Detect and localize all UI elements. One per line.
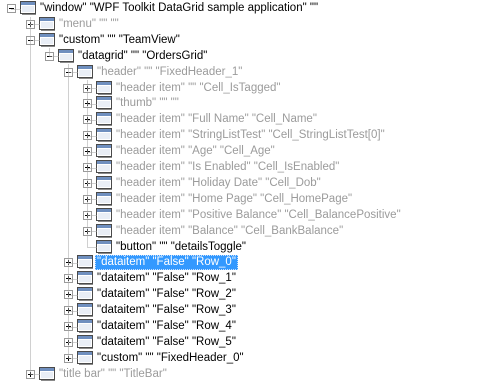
expand-plus-icon[interactable] bbox=[64, 322, 73, 331]
window-node-icon bbox=[96, 112, 112, 127]
tree-node-header-item-stringlisttest[interactable]: "header item" "StringListTest" "Cell_Str… bbox=[0, 127, 499, 144]
tree-node-header-item-full-name[interactable]: "header item" "Full Name" "Cell_Name" bbox=[0, 111, 499, 128]
expand-plus-icon[interactable] bbox=[83, 210, 92, 220]
tree-node-label: "dataitem" "False" "Row_0" bbox=[95, 255, 238, 271]
tree-node-label: "title bar" "" "TitleBar" bbox=[59, 367, 167, 380]
tree-node-label: "header item" "Home Page" "Cell_HomePage… bbox=[116, 192, 353, 205]
window-node-icon bbox=[96, 128, 112, 143]
tree-node-label: "button" "" "detailsToggle" bbox=[116, 240, 246, 253]
tree-node-label: "header item" "Positive Balance" "Cell_B… bbox=[116, 208, 401, 221]
tree-node-header-item-age[interactable]: "header item" "Age" "Cell_Age" bbox=[0, 143, 499, 160]
element-tree-view[interactable]: "window" "WPF Toolkit DataGrid sample ap… bbox=[0, 0, 499, 382]
window-node-icon bbox=[96, 96, 112, 111]
tree-node-menu[interactable]: "menu" "" "" bbox=[0, 16, 499, 33]
tree-node-label: "header item" "StringListTest" "Cell_Str… bbox=[116, 129, 385, 142]
window-node-icon bbox=[77, 287, 93, 302]
tree-node-header-item-holiday-date[interactable]: "header item" "Holiday Date" "Cell_Dob" bbox=[0, 175, 499, 192]
expand-plus-icon[interactable] bbox=[83, 178, 92, 188]
expand-plus-icon[interactable] bbox=[83, 163, 92, 172]
tree-node-button-detailstoggle[interactable]: "button" "" "detailsToggle" bbox=[0, 239, 499, 256]
tree-node-label: "custom" "" "TeamView" bbox=[59, 33, 180, 46]
window-node-icon bbox=[96, 239, 112, 254]
window-node-icon bbox=[96, 80, 112, 95]
tree-node-header-item-positive-balance[interactable]: "header item" "Positive Balance" "Cell_B… bbox=[0, 207, 499, 224]
expand-plus-icon[interactable] bbox=[64, 290, 73, 300]
window-node-icon bbox=[96, 223, 112, 238]
tree-node-label: "datagrid" "" "OrdersGrid" bbox=[78, 49, 208, 62]
window-node-icon bbox=[77, 271, 93, 286]
tree-node-label: "dataitem" "False" "Row_3" bbox=[97, 304, 236, 317]
window-node-icon bbox=[96, 175, 112, 190]
window-node-icon bbox=[58, 48, 74, 63]
window-node-icon bbox=[39, 16, 55, 31]
window-node-icon bbox=[77, 303, 93, 318]
window-node-icon bbox=[77, 319, 93, 333]
tree-node-thumb[interactable]: "thumb" "" "" bbox=[0, 95, 499, 112]
tree-node-dataitem-row-3[interactable]: "dataitem" "False" "Row_3" bbox=[0, 302, 499, 319]
expand-plus-icon[interactable] bbox=[83, 147, 92, 157]
tree-node-label: "menu" "" "" bbox=[59, 17, 119, 30]
tree-node-dataitem-row-4[interactable]: "dataitem" "False" "Row_4" bbox=[0, 318, 499, 335]
expand-plus-icon[interactable] bbox=[83, 131, 92, 141]
window-node-icon bbox=[77, 64, 93, 79]
window-node-icon bbox=[39, 32, 55, 47]
tree-node-label: "dataitem" "False" "Row_4" bbox=[97, 320, 236, 332]
window-node-icon bbox=[77, 255, 93, 270]
tree-node-label: "header item" "" "Cell_IsTagged" bbox=[116, 81, 281, 94]
tree-node-label: "header item" "Full Name" "Cell_Name" bbox=[116, 113, 317, 126]
tree-node-title-bar[interactable]: "title bar" "" "TitleBar" bbox=[0, 366, 499, 383]
window-node-icon bbox=[20, 1, 36, 15]
tree-node-label: "dataitem" "False" "Row_5" bbox=[97, 335, 236, 348]
window-node-icon bbox=[96, 207, 112, 222]
tree-node-label: "header item" "Holiday Date" "Cell_Dob" bbox=[116, 176, 321, 189]
expand-plus-icon[interactable] bbox=[64, 274, 73, 284]
window-node-icon bbox=[77, 350, 93, 365]
tree-node-dataitem-row-1[interactable]: "dataitem" "False" "Row_1" bbox=[0, 270, 499, 287]
collapse-minus-icon[interactable] bbox=[26, 35, 35, 45]
expand-plus-icon[interactable] bbox=[26, 19, 35, 29]
expand-plus-icon[interactable] bbox=[64, 337, 73, 347]
expand-plus-icon[interactable] bbox=[64, 306, 73, 316]
tree-node-custom-fixedheader-0[interactable]: "custom" "" "FixedHeader_0" bbox=[0, 350, 499, 367]
tree-node-header-fixedheader[interactable]: "header" "" "FixedHeader_1" bbox=[0, 64, 499, 81]
expand-plus-icon[interactable] bbox=[83, 226, 92, 236]
tree-node-datagrid[interactable]: "datagrid" "" "OrdersGrid" bbox=[0, 48, 499, 65]
window-node-icon bbox=[96, 160, 112, 174]
tree-node-label: "custom" "" "FixedHeader_0" bbox=[97, 351, 244, 364]
tree-node-label: "window" "WPF Toolkit DataGrid sample ap… bbox=[40, 2, 319, 14]
collapse-minus-icon[interactable] bbox=[7, 4, 16, 13]
tree-node-header-item-is-enabled[interactable]: "header item" "Is Enabled" "Cell_IsEnabl… bbox=[0, 159, 499, 176]
tree-node-label: "dataitem" "False" "Row_1" bbox=[97, 272, 236, 285]
tree-node-label: "header item" "Is Enabled" "Cell_IsEnabl… bbox=[116, 161, 340, 173]
expand-plus-icon[interactable] bbox=[83, 194, 92, 204]
tree-node-dataitem-row-5[interactable]: "dataitem" "False" "Row_5" bbox=[0, 334, 499, 351]
tree-node-custom-teamview[interactable]: "custom" "" "TeamView" bbox=[0, 32, 499, 49]
tree-node-window[interactable]: "window" "WPF Toolkit DataGrid sample ap… bbox=[0, 0, 499, 17]
tree-node-label: "header item" "Age" "Cell_Age" bbox=[116, 145, 275, 158]
expand-plus-icon[interactable] bbox=[83, 99, 92, 109]
collapse-minus-icon[interactable] bbox=[45, 51, 54, 61]
tree-node-header-item-balance[interactable]: "header item" "Balance" "Cell_BankBalanc… bbox=[0, 223, 499, 240]
tree-node-label: "header item" "Balance" "Cell_BankBalanc… bbox=[116, 224, 344, 237]
expand-plus-icon[interactable] bbox=[83, 115, 92, 125]
tree-node-label: "header" "" "FixedHeader_1" bbox=[97, 65, 243, 78]
tree-node-label: "dataitem" "False" "Row_2" bbox=[97, 288, 236, 301]
tree-node-dataitem-row-2[interactable]: "dataitem" "False" "Row_2" bbox=[0, 286, 499, 303]
tree-node-dataitem-row-0[interactable]: "dataitem" "False" "Row_0" bbox=[0, 254, 499, 271]
window-node-icon bbox=[77, 334, 93, 349]
expand-plus-icon[interactable] bbox=[26, 369, 35, 379]
collapse-minus-icon[interactable] bbox=[64, 67, 73, 77]
window-node-icon bbox=[96, 144, 112, 159]
tree-node-header-item-cell-istagged[interactable]: "header item" "" "Cell_IsTagged" bbox=[0, 80, 499, 97]
expand-plus-icon[interactable] bbox=[64, 353, 73, 363]
window-node-icon bbox=[96, 191, 112, 206]
tree-node-header-item-home-page[interactable]: "header item" "Home Page" "Cell_HomePage… bbox=[0, 191, 499, 208]
window-node-icon bbox=[39, 366, 55, 381]
tree-node-label: "thumb" "" "" bbox=[116, 97, 179, 110]
expand-plus-icon[interactable] bbox=[83, 83, 92, 93]
expand-plus-icon[interactable] bbox=[64, 258, 73, 268]
